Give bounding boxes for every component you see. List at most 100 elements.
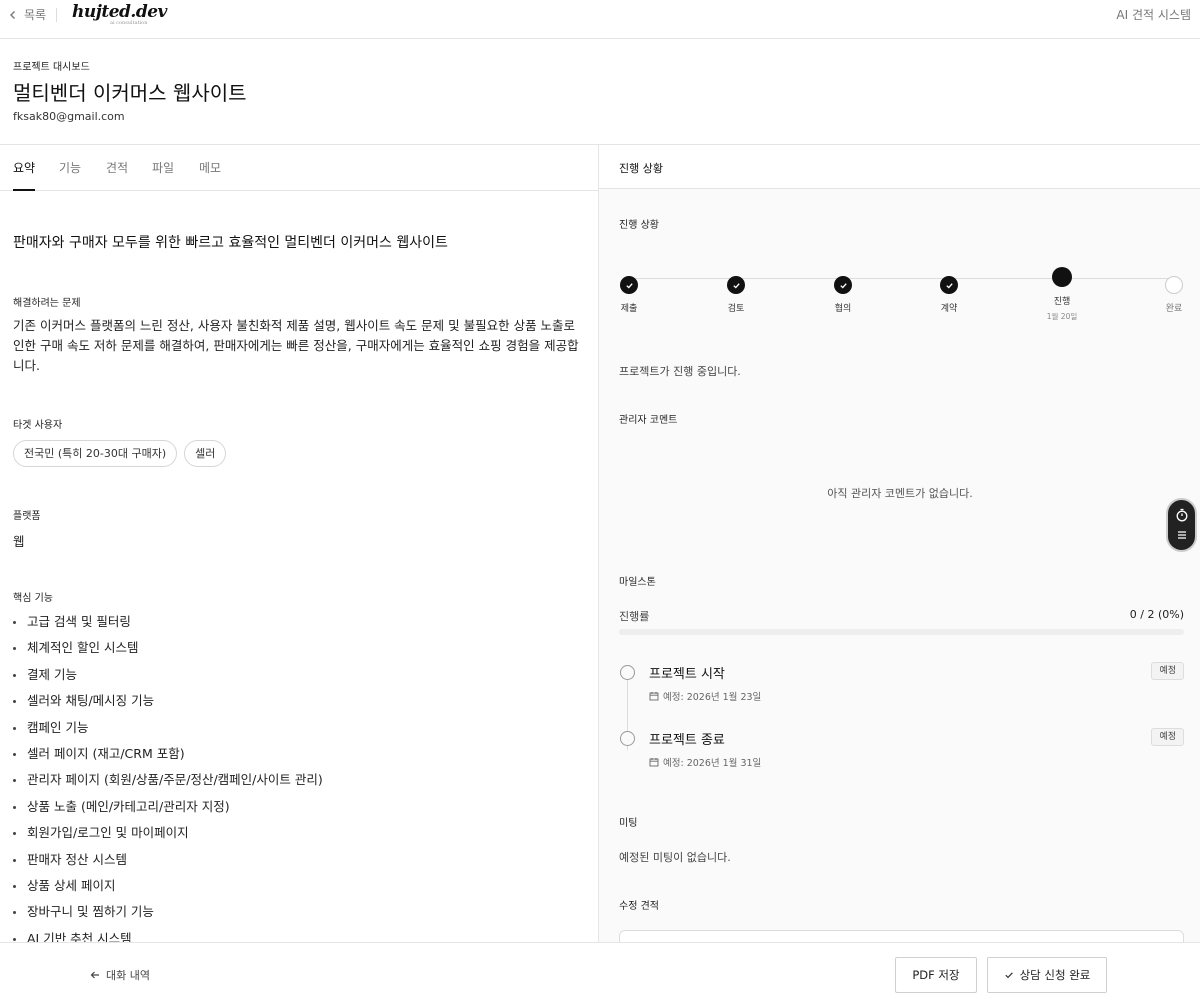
step-label: 완료 [1165, 304, 1183, 314]
revision-estimate-card[interactable] [619, 930, 1184, 942]
feature-item: 캠페인 기능 [13, 718, 323, 744]
footer-bar: 대화 내역 PDF 저장 상담 신청 완료 [0, 942, 1200, 1000]
step-in-progress: 진행 1월 20일 [1032, 267, 1092, 322]
target-chip: 전국민 (특히 20-30대 구매자) [13, 440, 178, 467]
milestone-title: 프로젝트 종료 [649, 733, 725, 748]
status-panel-title: 진행 상황 [619, 162, 663, 175]
page-kicker: 프로젝트 대시보드 [13, 62, 90, 73]
progress-stepper: 제출 검토 협의 계약 진행 1월 20일 완료 [599, 267, 1200, 327]
check-icon [945, 282, 953, 289]
status-section-label: 진행 상황 [619, 220, 659, 231]
progress-label: 진행률 [619, 610, 650, 623]
tab-files[interactable]: 파일 [152, 159, 174, 190]
back-to-list-link[interactable]: 목록 [8, 6, 46, 23]
feature-item: 상품 노출 (메인/카테고리/관리자 지정) [13, 797, 323, 823]
progress-row: 진행률 0 / 2 (0%) [619, 608, 1184, 624]
step-dot-pending [1165, 276, 1183, 294]
calendar-icon [649, 758, 659, 767]
milestone-badge: 예정 [1151, 728, 1184, 746]
problem-text: 기존 이커머스 플랫폼의 느린 정산, 사용자 불친화적 제품 설명, 웹사이트… [13, 318, 579, 373]
feature-item: 상품 상세 페이지 [13, 876, 323, 902]
milestone-status-circle[interactable] [620, 731, 635, 746]
check-icon [625, 282, 633, 289]
step-dot-current [1052, 267, 1072, 287]
milestone-title: 프로젝트 시작 [649, 667, 725, 682]
tab-summary[interactable]: 요약 [13, 159, 36, 191]
top-bar: 목록 hujted.dev ai consultation AI 견적 시스템 [0, 0, 1200, 39]
status-text: 프로젝트가 진행 중입니다. [619, 365, 741, 378]
calendar-icon [649, 692, 659, 701]
status-panel: 진행 상황 진행 상황 제출 검토 협의 계약 진행 1월 20일 완료 프로젝… [598, 145, 1200, 942]
step-dot [940, 276, 958, 294]
meeting-empty: 예정된 미팅이 없습니다. [619, 851, 731, 864]
feature-list: 고급 검색 및 필터링 체계적인 할인 시스템 결제 기능 셀러와 채팅/메시징… [13, 612, 323, 942]
page-header: 프로젝트 대시보드 멀티벤더 이커머스 웹사이트 fksak80@gmail.c… [0, 39, 1200, 145]
arrow-left-icon [90, 971, 99, 979]
tab-memo[interactable]: 메모 [199, 159, 221, 190]
consultation-complete-label: 상담 신청 완료 [1019, 968, 1091, 982]
step-label: 계약 [940, 304, 958, 314]
chat-history-link[interactable]: 대화 내역 [90, 967, 150, 983]
revision-estimate-label: 수정 견적 [619, 901, 659, 912]
milestone-badge: 예정 [1151, 662, 1184, 680]
step-label: 협의 [834, 304, 852, 314]
logo-subtext: ai consultation [110, 20, 148, 26]
feature-item: 관리자 페이지 (회원/상품/주문/정산/캠페인/사이트 관리) [13, 770, 323, 796]
target-chips: 전국민 (특히 20-30대 구매자) 셀러 [13, 440, 227, 467]
status-panel-header: 진행 상황 [599, 145, 1200, 189]
check-icon [839, 282, 847, 289]
feature-item: 장바구니 및 찜하기 기능 [13, 902, 323, 928]
platform-value: 웹 [13, 534, 25, 549]
step-label: 제출 [620, 304, 638, 314]
check-icon [732, 282, 740, 289]
back-label: 목록 [24, 8, 47, 22]
problem-label: 해결하려는 문제 [13, 298, 81, 309]
feature-item: 셀러 페이지 (재고/CRM 포함) [13, 744, 323, 770]
page-title: 멀티벤더 이커머스 웹사이트 [13, 81, 247, 105]
check-icon [1004, 972, 1013, 979]
pdf-save-button[interactable]: PDF 저장 [895, 957, 977, 993]
logo[interactable]: hujted.dev ai consultation [72, 2, 167, 26]
user-email: fksak80@gmail.com [13, 110, 125, 123]
chat-history-label: 대화 내역 [106, 969, 150, 982]
milestone-label: 마일스톤 [619, 577, 656, 588]
feature-item: 판매자 정산 시스템 [13, 850, 323, 876]
feature-item: 셀러와 채팅/메시징 기능 [13, 691, 323, 717]
target-chip: 셀러 [184, 440, 227, 467]
feature-item: 결제 기능 [13, 665, 323, 691]
target-label: 타겟 사용자 [13, 420, 63, 431]
meeting-label: 미팅 [619, 818, 638, 829]
step-negotiation: 협의 [813, 267, 873, 314]
feature-item: 고급 검색 및 필터링 [13, 612, 323, 638]
feature-item: AI 기반 추천 시스템 [13, 929, 323, 942]
timer-icon[interactable] [1175, 508, 1189, 522]
step-complete: 완료 [1144, 267, 1200, 314]
milestone-status-circle[interactable] [620, 665, 635, 680]
system-label: AI 견적 시스템 [1116, 8, 1191, 22]
project-tagline: 판매자와 구매자 모두를 위한 빠르고 효율적인 멀티벤더 이커머스 웹사이트 [13, 235, 448, 251]
step-date: 1월 20일 [1046, 312, 1078, 321]
tab-features[interactable]: 기능 [59, 159, 81, 190]
consultation-complete-button[interactable]: 상담 신청 완료 [987, 957, 1107, 993]
tab-bar: 요약 기능 견적 파일 메모 [0, 145, 598, 191]
progress-bar [619, 629, 1184, 635]
milestone-date-text: 예정: 2026년 1월 31일 [663, 758, 762, 769]
pdf-save-label: PDF 저장 [912, 968, 960, 982]
tab-estimate[interactable]: 견적 [106, 159, 128, 190]
floating-widget [1166, 498, 1197, 552]
step-dot [620, 276, 638, 294]
menu-icon[interactable] [1175, 528, 1189, 542]
step-dot [834, 276, 852, 294]
platform-label: 플랫폼 [13, 511, 41, 522]
step-review: 검토 [706, 267, 766, 314]
feature-item: 회원가입/로그인 및 마이페이지 [13, 823, 323, 849]
step-label: 진행 [1053, 297, 1071, 307]
step-label: 검토 [727, 304, 745, 314]
milestone-date: 예정: 2026년 1월 23일 [649, 689, 761, 703]
chevron-left-icon [10, 10, 15, 19]
step-dot [727, 276, 745, 294]
progress-value: 0 / 2 (0%) [1129, 608, 1184, 621]
milestone-item: 프로젝트 시작 예정: 2026년 1월 23일 예정 [619, 662, 1184, 715]
admin-comment-empty: 아직 관리자 코멘트가 없습니다. [827, 487, 973, 500]
step-contract: 계약 [919, 267, 979, 314]
